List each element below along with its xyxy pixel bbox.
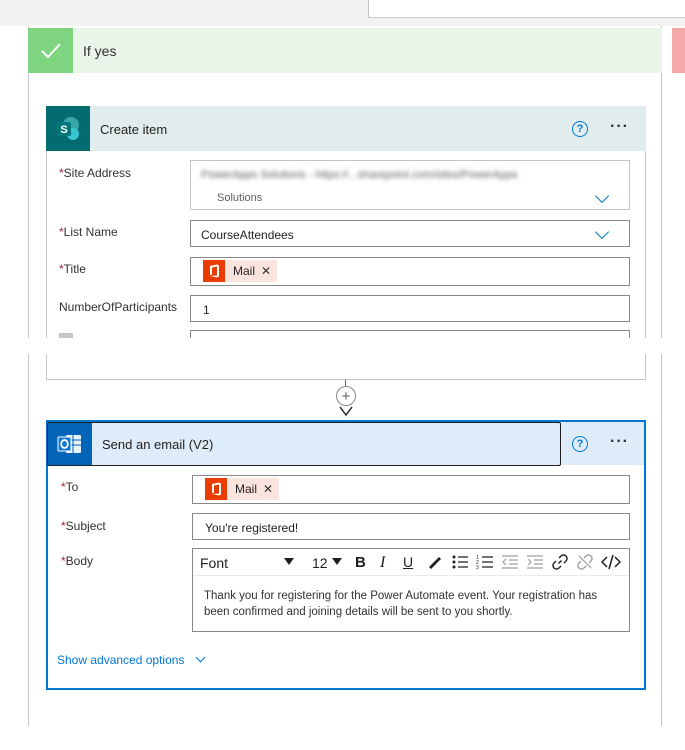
remove-token-icon[interactable]: ✕	[261, 264, 271, 278]
to-field[interactable]: Mail ✕	[192, 475, 630, 504]
more-options-icon[interactable]: ···	[610, 433, 629, 451]
chevron-down-icon[interactable]	[594, 224, 610, 240]
body-label: *Body	[61, 554, 94, 568]
office-icon	[203, 260, 225, 282]
outlook-icon	[48, 423, 92, 465]
site-address-field[interactable]: PowerApps Solutions - https://...sharepo…	[190, 160, 630, 210]
bulleted-list-icon[interactable]	[451, 554, 469, 573]
subject-field[interactable]: You're registered!	[192, 513, 630, 540]
remove-token-icon[interactable]: ✕	[263, 482, 273, 496]
participants-field[interactable]: 1	[190, 295, 630, 322]
list-name-label: *List Name	[59, 225, 118, 239]
branch-right-border	[661, 354, 662, 726]
underline-icon[interactable]: U	[403, 554, 413, 570]
more-options-icon[interactable]: ···	[610, 118, 629, 136]
increase-indent-icon[interactable]	[526, 554, 544, 573]
dynamic-content-token[interactable]: Mail ✕	[203, 260, 278, 282]
send-email-title: Send an email (V2)	[102, 437, 214, 452]
decrease-indent-icon[interactable]	[501, 554, 519, 573]
svg-text:S: S	[60, 124, 67, 136]
bold-icon[interactable]: B	[355, 554, 366, 571]
add-step-icon[interactable]: +	[336, 386, 356, 406]
if-no-branch-edge	[672, 28, 685, 73]
title-field[interactable]: Mail ✕	[190, 257, 630, 286]
help-icon[interactable]: ?	[572, 121, 588, 137]
help-icon[interactable]: ?	[572, 436, 588, 452]
link-icon[interactable]	[552, 554, 568, 573]
italic-icon[interactable]: I	[380, 554, 385, 572]
dynamic-content-token[interactable]: Mail ✕	[205, 478, 280, 500]
numbered-list-icon[interactable]: 123	[476, 554, 494, 573]
font-select[interactable]: Font	[200, 555, 228, 571]
unlink-icon[interactable]	[577, 554, 593, 573]
body-editor[interactable]: Font 12 B I U 123 Thank you for register…	[192, 548, 630, 632]
code-view-icon[interactable]	[600, 554, 622, 573]
size-select[interactable]: 12	[312, 555, 328, 571]
previous-action-card[interactable]	[368, 0, 685, 18]
office-icon	[205, 478, 227, 500]
if-yes-branch-header[interactable]	[28, 28, 662, 73]
chevron-down-icon[interactable]	[594, 188, 610, 204]
font-dropdown-icon[interactable]	[284, 558, 294, 565]
list-name-field[interactable]: CourseAttendees	[190, 220, 630, 247]
check-icon	[28, 28, 73, 73]
create-item-card-bottom	[46, 354, 646, 380]
sharepoint-icon: S	[46, 106, 90, 151]
rich-text-toolbar: Font 12 B I U 123	[193, 549, 629, 576]
to-label: *To	[61, 480, 79, 494]
font-color-icon[interactable]	[426, 554, 442, 573]
chevron-down-icon	[195, 652, 206, 663]
subject-label: *Subject	[61, 519, 106, 533]
svg-text:3: 3	[476, 565, 479, 570]
branch-title: If yes	[83, 43, 117, 59]
branch-left-border	[28, 354, 29, 726]
site-address-label: *Site Address	[59, 166, 132, 180]
create-item-title: Create item	[100, 122, 168, 137]
show-advanced-options-link[interactable]: Show advanced options	[57, 652, 206, 667]
participants-label: NumberOfParticipants	[59, 300, 178, 314]
screenshot-cut-gap	[0, 338, 685, 354]
title-label: *Title	[59, 262, 86, 276]
body-text[interactable]: Thank you for registering for the Power …	[204, 588, 624, 620]
size-dropdown-icon[interactable]	[332, 558, 342, 565]
arrow-down-icon	[339, 404, 353, 418]
